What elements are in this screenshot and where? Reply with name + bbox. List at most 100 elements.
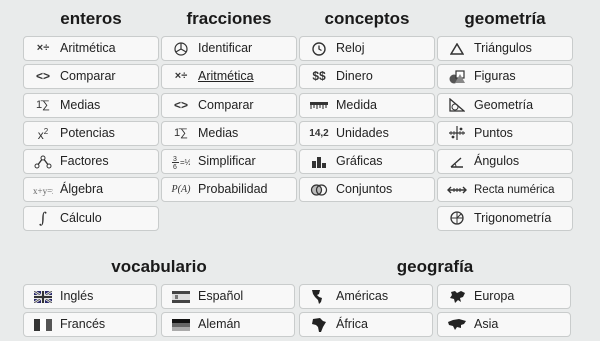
column-heading: enteros: [60, 9, 122, 28]
fracciones-identificar-button[interactable]: Identificar: [161, 36, 297, 61]
button-label: Américas: [336, 289, 389, 303]
geometria-recta-numerica-button[interactable]: Recta numérica: [437, 177, 573, 203]
angle-icon: [446, 150, 468, 173]
button-label: Figuras: [474, 69, 516, 84]
africa-map-icon: [308, 313, 330, 336]
probability-icon: P(A): [171, 184, 191, 196]
enteros-algebra-button[interactable]: x+y=z Álgebra: [23, 177, 159, 203]
fracciones-medias-button[interactable]: 1̄∑ Medias: [161, 120, 297, 146]
button-label: Europa: [474, 289, 515, 303]
clock-icon: [308, 37, 330, 60]
button-label: Reloj: [336, 41, 365, 55]
algebra-icon: x+y=z: [32, 178, 54, 201]
column-geometria: geometría Triángulos Figuras Geometría P…: [437, 8, 573, 234]
button-label: Gráficas: [336, 154, 383, 169]
button-label: Medias: [198, 125, 239, 140]
conceptos-conjuntos-button[interactable]: Conjuntos: [299, 177, 435, 203]
geografia-americas-button[interactable]: Américas: [299, 284, 433, 309]
geografia-africa-button[interactable]: África: [299, 312, 433, 338]
spain-flag-icon: [170, 285, 192, 308]
button-label: Triángulos: [474, 41, 532, 55]
conceptos-graficas-button[interactable]: Gráficas: [299, 149, 435, 175]
europe-map-icon: [446, 285, 468, 308]
arithmetic-icon: ×÷: [174, 70, 188, 83]
trig-circle-icon: [446, 207, 468, 230]
geometria-puntos-button[interactable]: Puntos: [437, 120, 573, 146]
column-conceptos: conceptos Reloj $$ Dinero Medida 14,2 Un…: [299, 8, 435, 206]
enteros-comparar-button[interactable]: <> Comparar: [23, 64, 159, 90]
number-line-icon: [446, 178, 468, 201]
fracciones-comparar-button[interactable]: <> Comparar: [161, 92, 297, 118]
compare-icon: <>: [35, 69, 50, 84]
fracciones-probabilidad-button[interactable]: P(A) Probabilidad: [161, 177, 297, 203]
vocabulario-ingles-button[interactable]: Inglés: [23, 284, 157, 309]
column-heading: fracciones: [186, 9, 272, 28]
simplify-fraction-icon: 36=½: [170, 150, 192, 173]
button-label: Dinero: [336, 69, 373, 84]
enteros-aritmetica-button[interactable]: ×÷ Aritmética: [23, 36, 159, 61]
column-heading: conceptos: [324, 9, 410, 28]
enteros-calculo-button[interactable]: ∫ Cálculo: [23, 205, 159, 231]
enteros-potencias-button[interactable]: x2 Potencias: [23, 120, 159, 146]
geometria-angulos-button[interactable]: Ángulos: [437, 149, 573, 175]
section-vocabulario: vocabulario Inglés Español Francés Alemá: [23, 256, 295, 341]
pie-fraction-icon: [170, 37, 192, 60]
geometria-trigonometria-button[interactable]: Trigonometría: [437, 205, 573, 231]
compare-icon: <>: [173, 97, 188, 112]
geografia-asia-button[interactable]: Asia: [437, 312, 571, 338]
france-flag-icon: [32, 313, 54, 336]
conceptos-reloj-button[interactable]: Reloj: [299, 36, 435, 61]
arithmetic-icon: ×÷: [36, 42, 50, 54]
units-icon: 14,2: [309, 127, 329, 139]
geometria-geometria-button[interactable]: Geometría: [437, 92, 573, 118]
uk-flag-icon: [32, 285, 54, 308]
column-heading: geometría: [464, 9, 546, 28]
button-label: Simplificar: [198, 154, 256, 169]
venn-sets-icon: [308, 178, 330, 201]
button-label: Probabilidad: [198, 182, 268, 197]
button-label: Conjuntos: [336, 182, 393, 197]
button-label: Unidades: [336, 125, 389, 140]
factor-tree-icon: [32, 150, 54, 173]
vocabulario-aleman-button[interactable]: Alemán: [161, 312, 295, 338]
button-label: Aritmética: [60, 41, 116, 55]
button-label: Francés: [60, 317, 106, 332]
bar-chart-icon: [308, 150, 330, 173]
money-icon: $$: [312, 69, 326, 84]
vocabulario-frances-button[interactable]: Francés: [23, 312, 157, 338]
button-label: Factores: [60, 154, 109, 169]
button-label: Ángulos: [474, 154, 520, 169]
fracciones-aritmetica-button[interactable]: ×÷ Aritmética: [161, 64, 297, 90]
integral-icon: ∫: [39, 208, 47, 227]
geometria-triangulos-button[interactable]: Triángulos: [437, 36, 573, 61]
section-heading: geografía: [396, 257, 474, 276]
germany-flag-icon: [170, 313, 192, 336]
button-label: Potencias: [60, 125, 115, 140]
enteros-factores-button[interactable]: Factores: [23, 149, 159, 175]
fracciones-simplificar-button[interactable]: 36=½ Simplificar: [161, 149, 297, 175]
enteros-medias-button[interactable]: 1̄∑ Medias: [23, 92, 159, 118]
svg-text:=½: =½: [180, 158, 190, 167]
mean-icon: 1̄∑: [36, 98, 50, 111]
geometria-figuras-button[interactable]: Figuras: [437, 64, 573, 90]
button-label: Medias: [60, 97, 101, 112]
power-icon: x2: [37, 126, 49, 142]
geografia-europa-button[interactable]: Europa: [437, 284, 571, 309]
button-label: Aritmética: [198, 69, 254, 84]
button-label: Recta numérica: [474, 184, 555, 197]
button-label: Geometría: [474, 97, 534, 112]
triangle-icon: [446, 37, 468, 60]
vocabulario-espanol-button[interactable]: Español: [161, 284, 295, 309]
svg-text:x+y=z: x+y=z: [33, 186, 53, 196]
conceptos-medida-button[interactable]: Medida: [299, 92, 435, 118]
button-label: Comparar: [198, 97, 254, 112]
asia-map-icon: [446, 313, 468, 336]
mean-icon: 1̄∑: [174, 126, 188, 139]
conceptos-dinero-button[interactable]: $$ Dinero: [299, 64, 435, 90]
column-enteros: enteros ×÷ Aritmética <> Comparar 1̄∑ Me…: [23, 8, 159, 234]
conceptos-unidades-button[interactable]: 14,2 Unidades: [299, 120, 435, 146]
section-geografia: geografía Américas Europa África Asia: [299, 256, 571, 341]
button-label: Trigonometría: [474, 210, 552, 225]
button-label: Identificar: [198, 41, 253, 55]
button-label: Español: [198, 289, 244, 303]
